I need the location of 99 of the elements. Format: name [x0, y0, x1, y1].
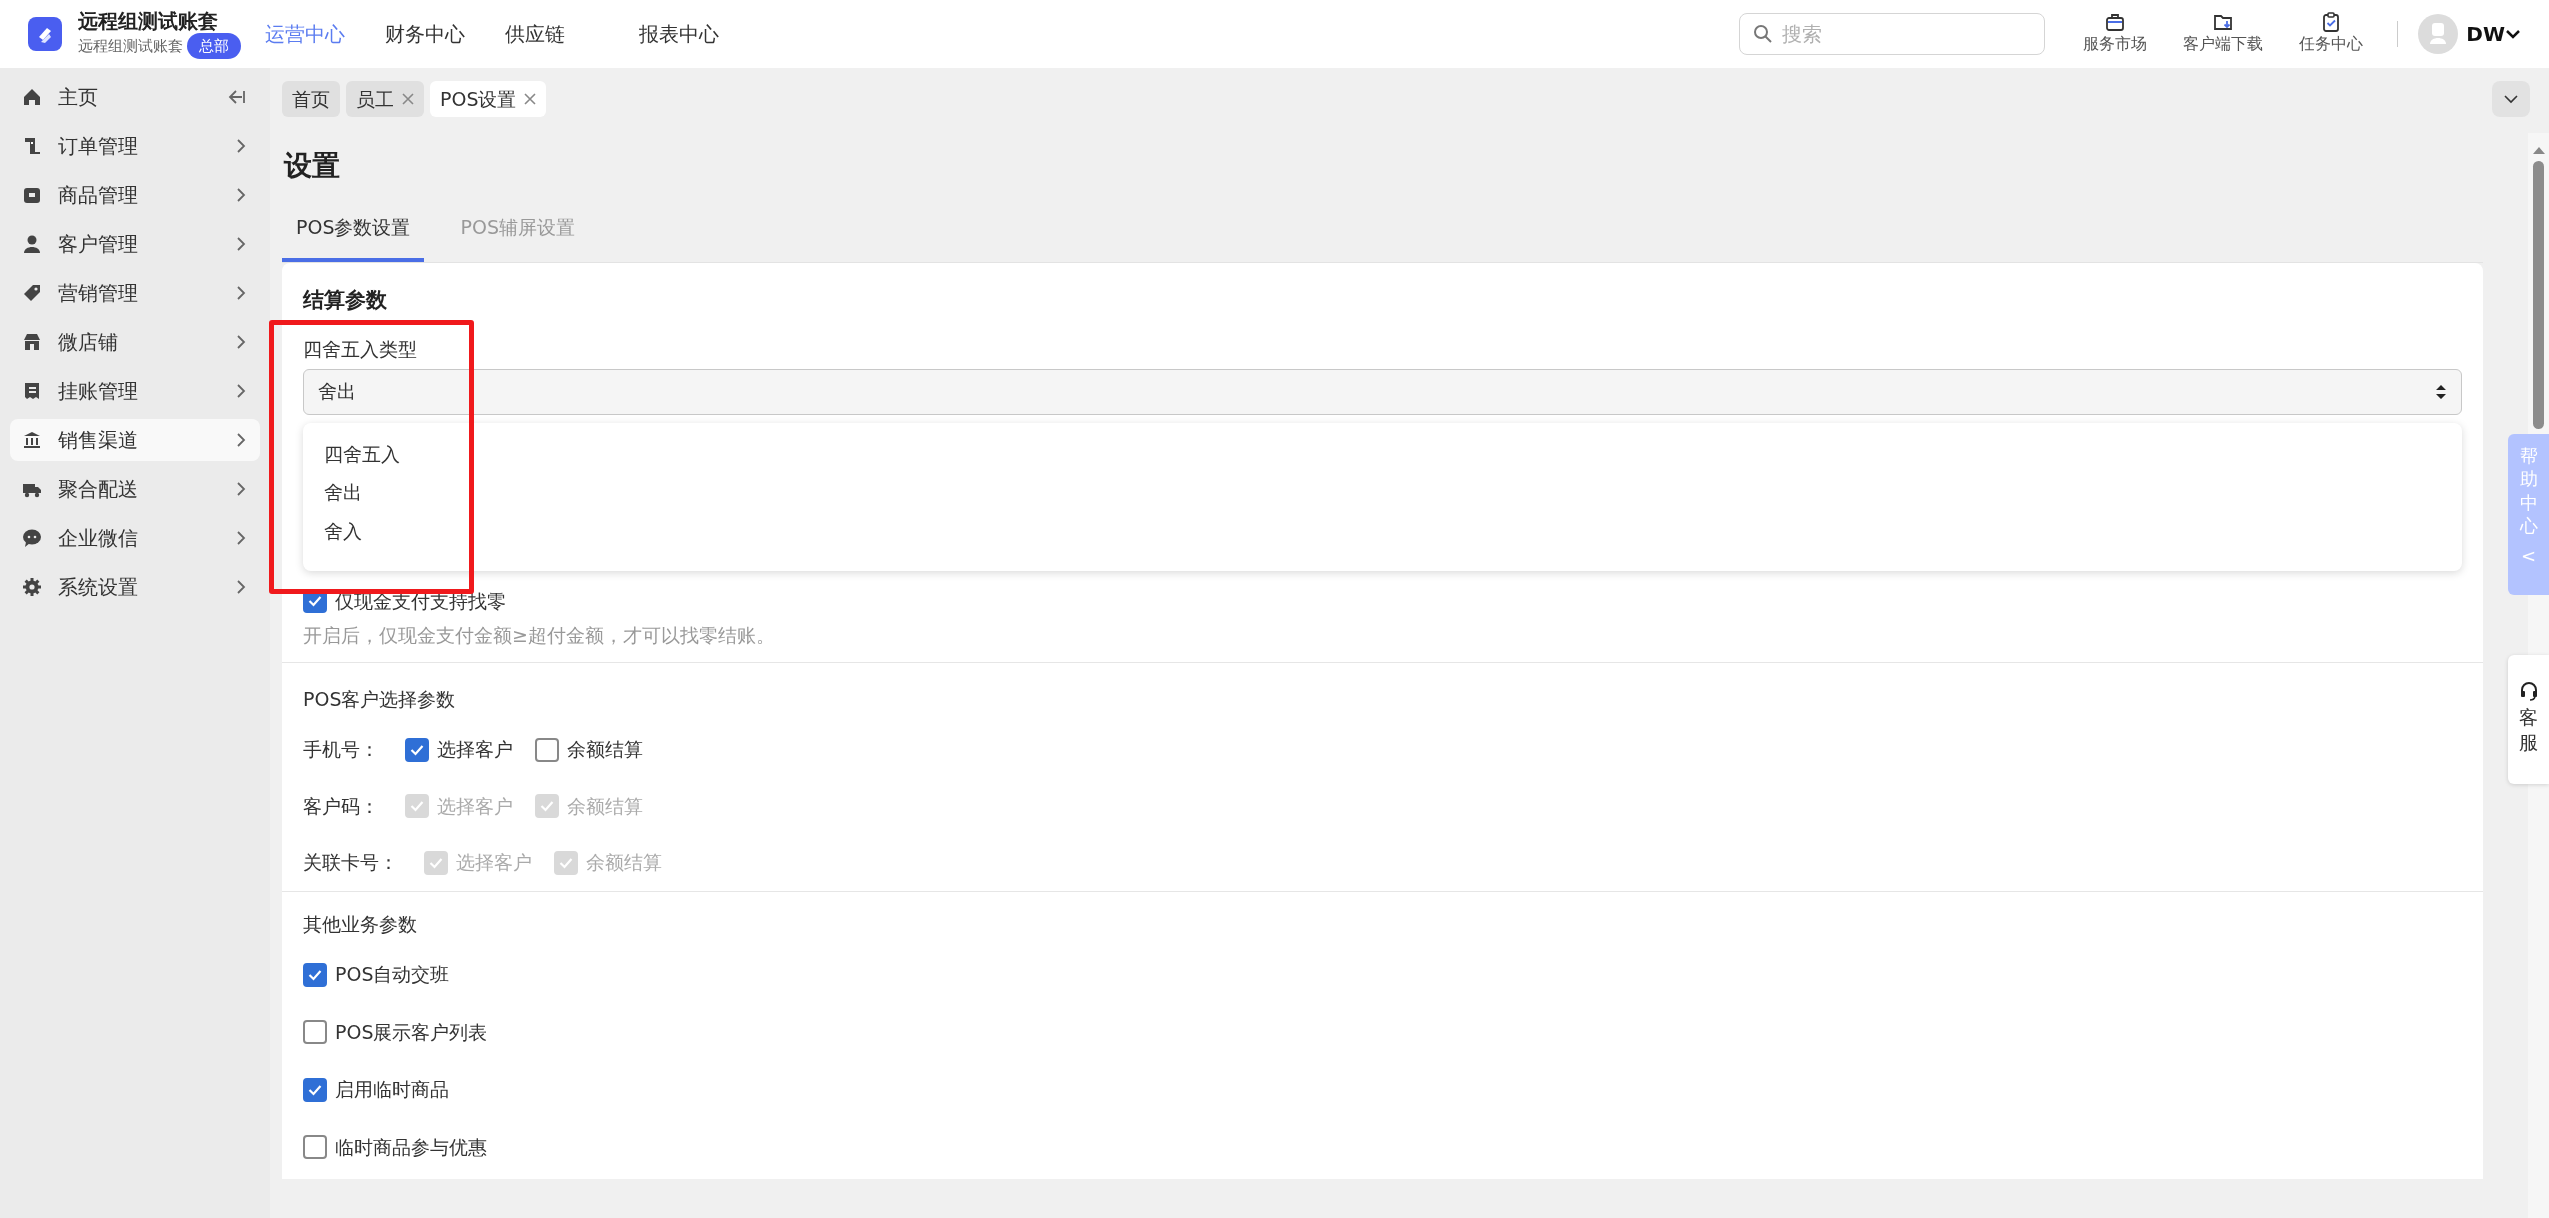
checkbox-label: POS展示客户列表: [335, 1019, 488, 1045]
branch-badge: 总部: [187, 32, 241, 60]
checkbox[interactable]: [405, 737, 429, 762]
sidebar-item[interactable]: 系统设置: [10, 566, 260, 608]
checkmark-icon: [410, 743, 424, 756]
headset-icon: [2518, 681, 2539, 701]
section-heading: POS客户选择参数: [303, 686, 457, 712]
box-icon: [22, 185, 42, 205]
page-tab[interactable]: 首页: [282, 81, 340, 117]
tag-icon: [22, 283, 42, 303]
gear-icon: [22, 577, 42, 597]
user-menu[interactable]: DW: [2466, 19, 2521, 49]
person-icon: [22, 234, 42, 254]
toolbar-button[interactable]: 客户端下载: [2169, 12, 2278, 56]
sidebar-item[interactable]: 营销管理: [10, 272, 260, 314]
hint-text: 开启后，仅现金支付金额≥超付金额，才可以找零结账。: [303, 623, 776, 649]
sidebar-item[interactable]: 商品管理: [10, 174, 260, 216]
chevron-down-icon: [2504, 94, 2518, 104]
sidebar-item[interactable]: 企业微信: [10, 517, 260, 559]
search-icon: [1753, 24, 1774, 44]
field-label: 客户码：: [303, 793, 379, 819]
folder-download-icon: [2213, 12, 2234, 32]
expand-button[interactable]: [2492, 81, 2530, 117]
chevron-down-icon: [2505, 29, 2521, 39]
collapse-icon[interactable]: [228, 89, 246, 105]
briefcase-icon: [2105, 12, 2126, 32]
checkbox[interactable]: [303, 1135, 327, 1160]
sidebar-item[interactable]: 订单管理: [10, 125, 260, 167]
chat-icon: [22, 528, 42, 548]
page-tab[interactable]: POS设置: [430, 81, 547, 117]
checkbox-label: 临时商品参与优惠: [335, 1134, 487, 1160]
checkbox[interactable]: [303, 1020, 327, 1045]
scrollbar-thumb[interactable]: [2533, 161, 2544, 429]
customer-service-tab[interactable]: 客服: [2508, 655, 2549, 784]
dropdown-option[interactable]: 四舍五入: [303, 434, 2462, 474]
chevron-right-icon: [236, 138, 246, 154]
checkmark-icon: [540, 800, 554, 813]
sort-arrows-icon: [2435, 382, 2447, 401]
receipt-icon: [22, 136, 42, 156]
nav-link[interactable]: 运营中心: [265, 19, 345, 49]
select-field[interactable]: 舍出: [303, 368, 2462, 415]
checkbox-label: 启用临时商品: [335, 1077, 449, 1103]
field-label: 关联卡号：: [303, 850, 398, 876]
page-title: 设置: [284, 148, 341, 184]
checkbox[interactable]: [303, 1077, 327, 1102]
checkbox-label: 选择客户: [437, 793, 513, 819]
checkbox-label: POS自动交班: [335, 962, 450, 988]
clipboard-check-icon: [2321, 12, 2342, 32]
account-subtitle: 远程组测试账套: [78, 35, 183, 57]
checkmark-icon: [308, 968, 322, 981]
account-name: 远程组测试账套: [78, 8, 219, 33]
sidebar-item[interactable]: 聚合配送: [10, 468, 260, 510]
nav-link[interactable]: 报表中心: [639, 19, 719, 49]
close-icon[interactable]: [524, 93, 537, 105]
sidebar-item[interactable]: 销售渠道: [10, 419, 260, 461]
checkbox-label: 选择客户: [437, 737, 513, 763]
dropdown-option[interactable]: 舍入: [303, 512, 2462, 551]
bill-icon: [22, 381, 42, 401]
checkmark-icon: [308, 595, 322, 608]
checkmark-icon: [308, 1083, 322, 1096]
checkbox-label: 余额结算: [567, 793, 643, 819]
chevron-right-icon: [236, 432, 246, 448]
bank-icon: [22, 430, 42, 450]
chevron-right-icon: [236, 236, 246, 252]
field-label: 手机号：: [303, 737, 379, 763]
dropdown-option[interactable]: 舍出: [303, 473, 2462, 513]
checkbox-label: 余额结算: [567, 737, 643, 763]
house-icon: [22, 87, 42, 107]
chevron-right-icon: [236, 383, 246, 399]
page-tab[interactable]: 员工: [346, 81, 424, 117]
checkmark-icon: [559, 856, 573, 869]
sidebar-item[interactable]: 主页: [10, 76, 260, 118]
checkbox[interactable]: [303, 962, 327, 987]
scroll-up-icon: [2532, 145, 2546, 155]
checkbox-label: 选择客户: [456, 850, 532, 876]
chevron-right-icon: [236, 285, 246, 301]
sidebar-item[interactable]: 挂账管理: [10, 370, 260, 412]
checkbox-label: 余额结算: [586, 850, 662, 876]
toolbar-button[interactable]: 服务市场: [2061, 12, 2170, 56]
sidebar-item[interactable]: 客户管理: [10, 223, 260, 265]
checkbox[interactable]: [535, 737, 559, 762]
toolbar-button[interactable]: 任务中心: [2277, 12, 2386, 56]
chevron-right-icon: [236, 334, 246, 350]
close-icon[interactable]: [402, 93, 414, 105]
chevron-right-icon: [236, 187, 246, 203]
chevron-right-icon: [236, 530, 246, 546]
nav-link[interactable]: 供应链: [505, 19, 565, 49]
checkmark-icon: [429, 856, 443, 869]
section-heading: 结算参数: [303, 286, 388, 314]
checkmark-icon: [410, 800, 424, 813]
search-field[interactable]: 搜索: [1739, 13, 2046, 55]
sidebar-item[interactable]: 微店铺: [10, 321, 260, 363]
chevron-right-icon: [236, 579, 246, 595]
shop-icon: [22, 332, 42, 352]
nav-link[interactable]: 财务中心: [385, 19, 465, 49]
chevron-right-icon: [236, 481, 246, 497]
logo-icon: [28, 17, 62, 51]
section-heading: 其他业务参数: [303, 911, 418, 937]
field-label: 四舍五入类型: [303, 337, 418, 362]
